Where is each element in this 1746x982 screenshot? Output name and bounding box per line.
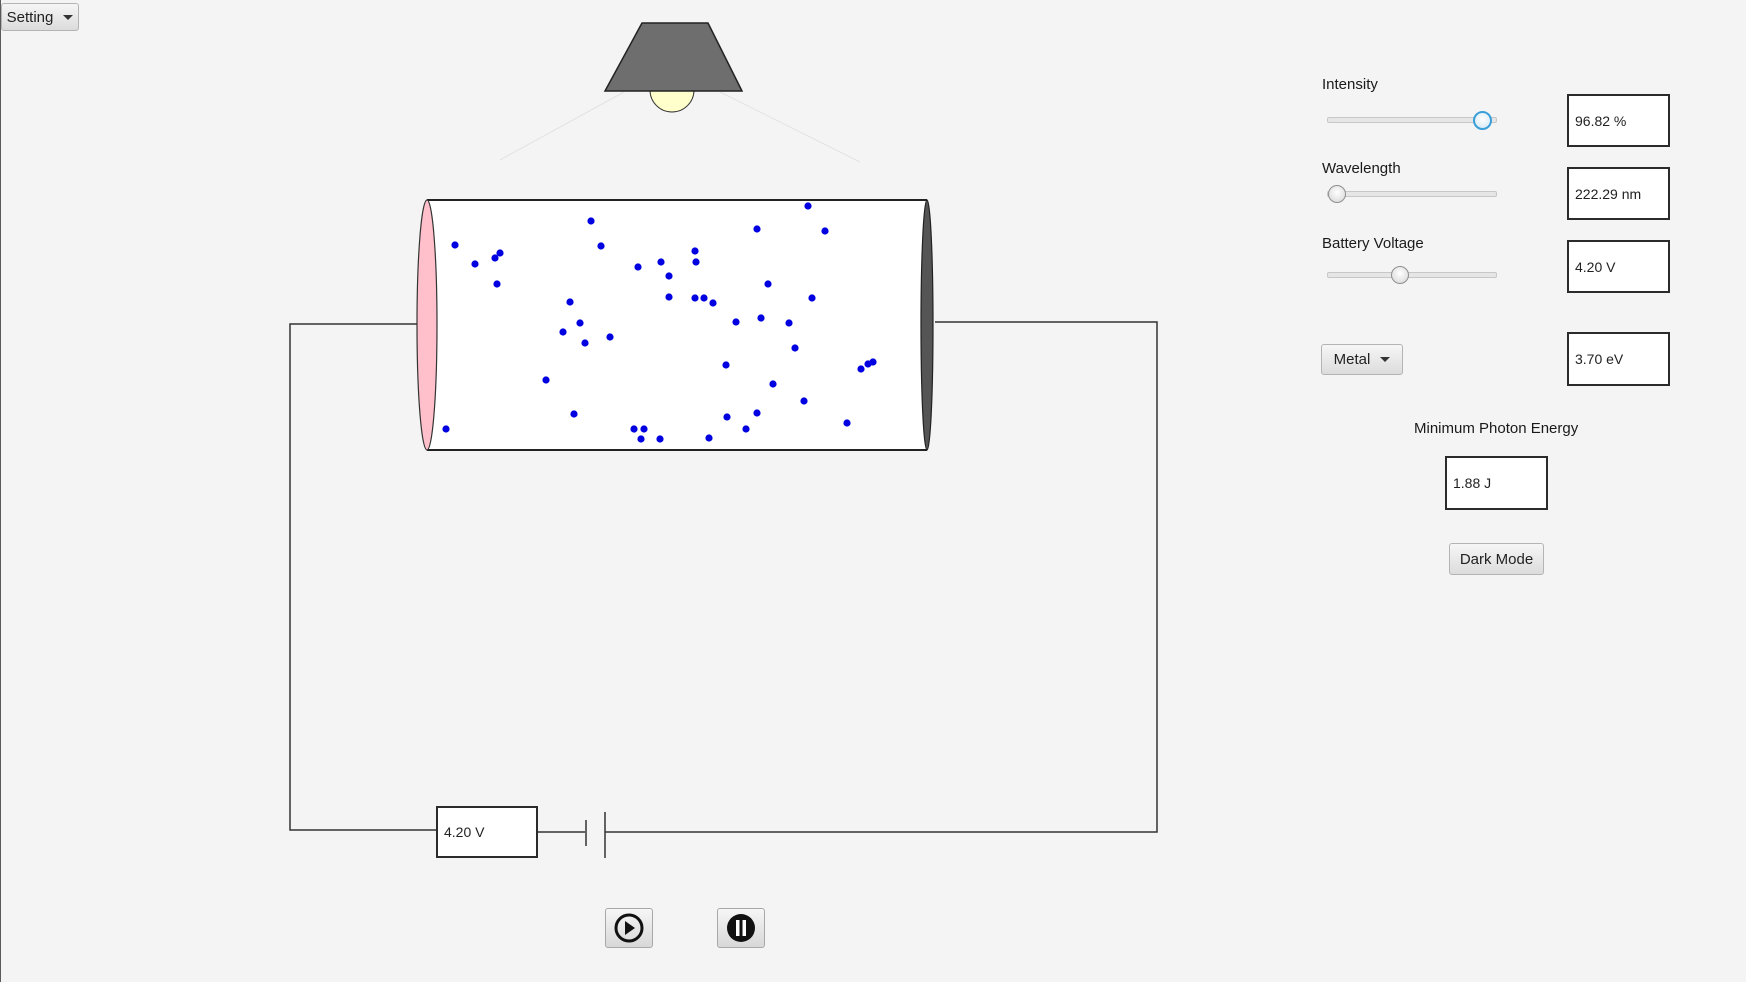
battery-voltage-slider-thumb[interactable] [1391, 266, 1409, 284]
battery-voltage-slider[interactable] [1327, 264, 1497, 286]
emitter-plate [416, 199, 438, 451]
pause-circle-icon [727, 914, 755, 942]
electron [869, 358, 877, 366]
electron [637, 435, 645, 443]
wavelength-slider-thumb[interactable] [1328, 185, 1346, 203]
electron [791, 344, 799, 352]
intensity-slider-track [1327, 117, 1497, 123]
min-photon-energy-label: Minimum Photon Energy [1414, 420, 1579, 437]
electron [785, 319, 793, 327]
electron [753, 409, 761, 417]
play-button[interactable] [605, 908, 653, 948]
wavelength-value-field[interactable]: 222.29 nm [1567, 167, 1670, 220]
electron [634, 263, 642, 271]
work-function-value-field[interactable]: 3.70 eV [1567, 332, 1670, 386]
intensity-slider[interactable] [1327, 109, 1497, 131]
electron [665, 272, 673, 280]
battery-voltage-label: Battery Voltage [1322, 235, 1424, 252]
electron [570, 410, 578, 418]
electron [442, 425, 450, 433]
electron [657, 258, 665, 266]
metal-dropdown-label: Metal [1333, 351, 1371, 368]
electron [705, 434, 713, 442]
electron [692, 258, 700, 266]
pause-button[interactable] [717, 908, 765, 948]
battery-voltage-value-field[interactable]: 4.20 V [1567, 240, 1670, 293]
electron [587, 217, 595, 225]
electron [496, 249, 504, 257]
electron [764, 280, 772, 288]
vacuum-tube-body [427, 200, 927, 450]
chevron-down-icon [1380, 357, 1391, 362]
electron [722, 361, 730, 369]
wire-left [289, 323, 436, 831]
electron [471, 260, 479, 268]
electron [691, 247, 699, 255]
intensity-slider-thumb[interactable] [1473, 111, 1493, 130]
metal-dropdown[interactable]: Metal [1321, 344, 1403, 375]
electron [821, 227, 829, 235]
electron [857, 365, 865, 373]
electron [597, 242, 605, 250]
electron [542, 376, 550, 384]
electron [709, 299, 717, 307]
light-beam-right [719, 91, 861, 163]
electron [723, 413, 731, 421]
intensity-label: Intensity [1322, 76, 1378, 93]
dark-mode-label: Dark Mode [1459, 550, 1534, 568]
light-bulb [649, 89, 695, 113]
electron [665, 293, 673, 301]
lamp-shade [603, 22, 744, 92]
electron [576, 319, 584, 327]
battery-voltage-slider-track [1327, 272, 1497, 278]
electron [742, 425, 750, 433]
electron [753, 225, 761, 233]
electron [656, 435, 664, 443]
electron [630, 425, 638, 433]
electron [581, 339, 589, 347]
electron [843, 419, 851, 427]
electron [606, 333, 614, 341]
min-photon-energy-value-field[interactable]: 1.88 J [1445, 456, 1548, 510]
electron [691, 294, 699, 302]
electron [732, 318, 740, 326]
electron [640, 425, 648, 433]
battery-voltage-readout: 4.20 V [436, 806, 538, 858]
wavelength-label: Wavelength [1322, 160, 1401, 177]
collector-plate [920, 199, 934, 451]
electron [566, 298, 574, 306]
light-beam-left [499, 91, 625, 161]
electron [700, 294, 708, 302]
electron [757, 314, 765, 322]
dark-mode-button[interactable]: Dark Mode [1449, 543, 1544, 575]
electron [808, 294, 816, 302]
intensity-value-field[interactable]: 96.82 % [1567, 94, 1670, 147]
electron [804, 202, 812, 210]
play-circle-icon [614, 913, 644, 943]
wavelength-slider-track [1327, 191, 1497, 197]
electron [559, 328, 567, 336]
electron [769, 380, 777, 388]
wavelength-slider[interactable] [1327, 183, 1497, 205]
electron [493, 280, 501, 288]
electron [800, 397, 808, 405]
electron [451, 241, 459, 249]
